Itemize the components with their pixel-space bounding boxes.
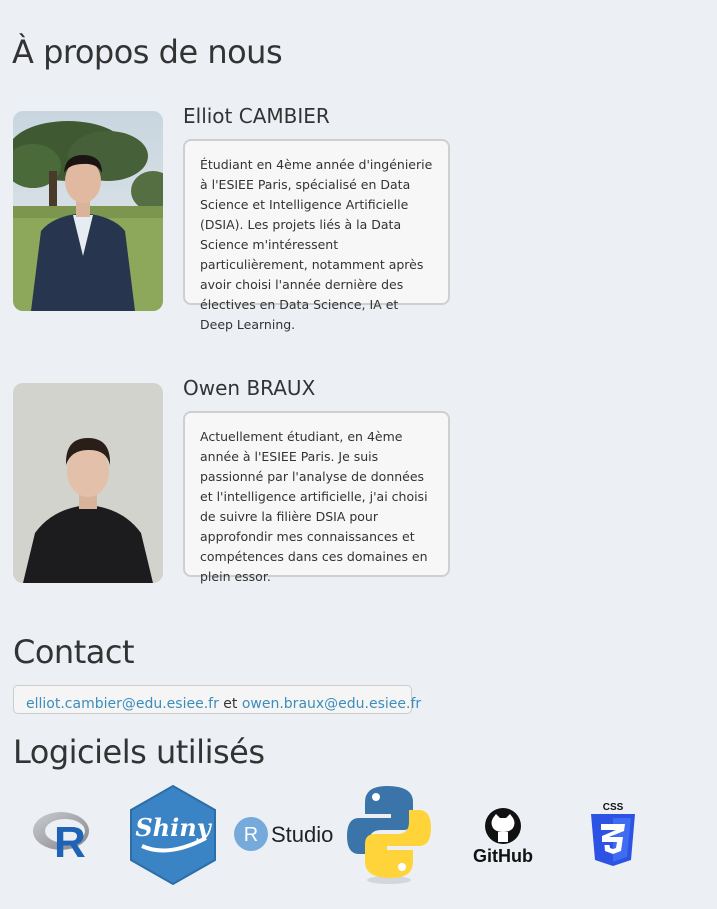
contact-box: elliot.cambier@edu.esiee.fr et owen.brau… [13,685,421,714]
elliot-bio: Étudiant en 4ème année d'ingénierie à l'… [183,139,450,332]
r-logo-icon: R [32,809,94,867]
owen-bio: Actuellement étudiant, en 4ème année à l… [183,411,450,584]
about-page: À propos de nous Elliot CAMBIER Étudiant… [0,0,717,909]
github-logo-icon: GitHub [469,806,539,866]
github-logo-text: GitHub [473,846,533,866]
software-title: Logiciels utilisés [13,733,265,771]
python-logo-icon [345,784,435,886]
rstudio-logo-icon: R Studio [233,815,335,855]
email-link-owen[interactable]: owen.braux@edu.esiee.fr [242,696,421,712]
r-logo-text: R [54,818,86,861]
rstudio-r-text: R [244,824,258,846]
css3-logo-icon: CSS [589,800,637,868]
owen-name: Owen BRAUX [183,376,316,400]
contact-separator: et [218,696,242,712]
shiny-logo-text: Shiny [135,813,212,842]
elliot-photo [13,111,163,311]
contact-title: Contact [13,633,135,671]
rstudio-text: Studio [271,822,333,847]
email-link-elliot[interactable]: elliot.cambier@edu.esiee.fr [26,696,219,712]
elliot-name: Elliot CAMBIER [183,104,330,128]
page-title: À propos de nous [12,33,283,71]
shiny-logo-icon: Shiny [128,784,218,886]
owen-photo [13,383,163,583]
css-logo-text: CSS [603,802,624,813]
